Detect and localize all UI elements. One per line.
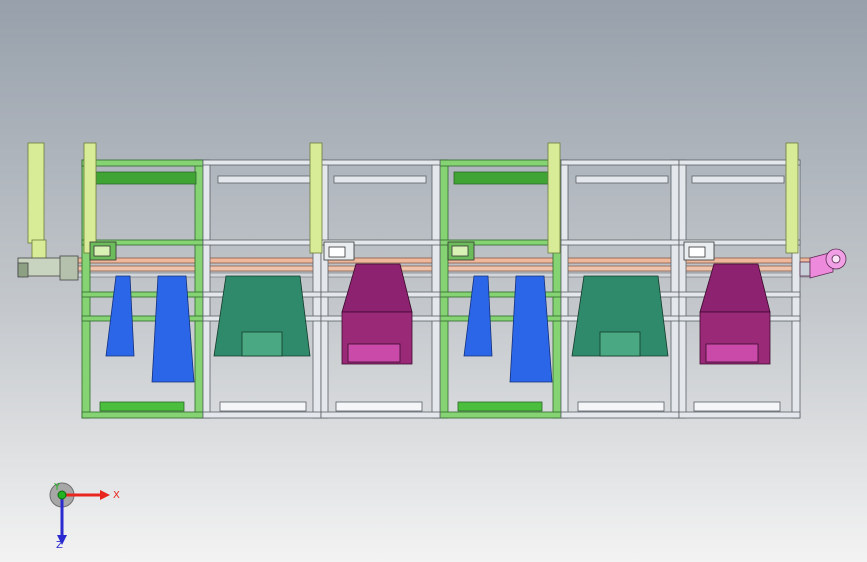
z-axis-label: Z	[56, 540, 63, 550]
left-drive-unit	[17, 255, 79, 281]
y-axis-label: Y	[53, 482, 61, 493]
x-axis-label: X	[113, 490, 120, 501]
roller-wheel-icon	[799, 248, 847, 279]
coordinate-triad: X Y Z	[49, 482, 120, 550]
assembly-drawing	[17, 142, 847, 419]
cad-viewport[interactable]: X Y Z	[0, 0, 867, 562]
